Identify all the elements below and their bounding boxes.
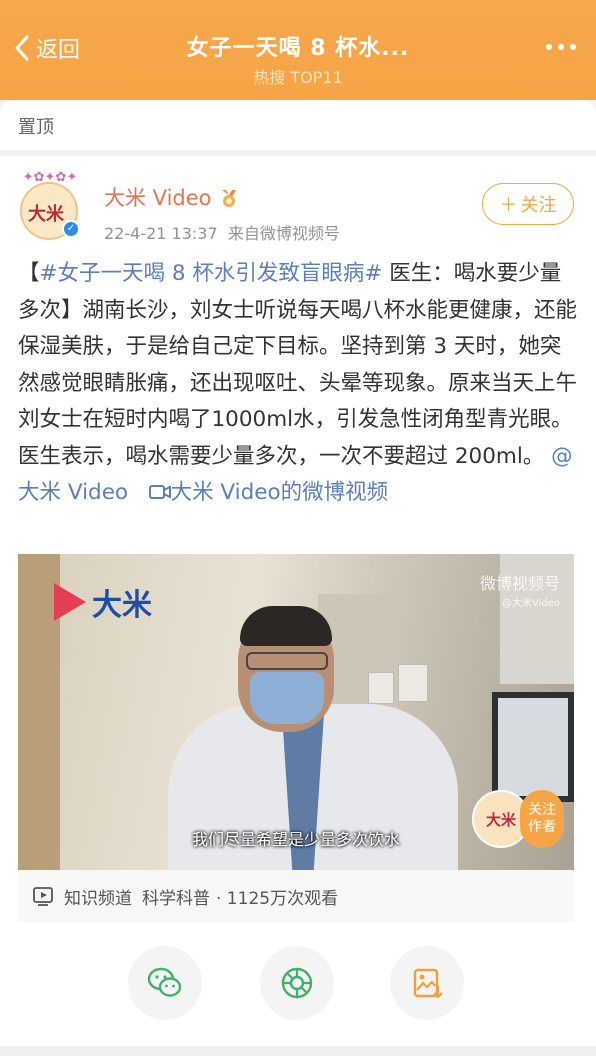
follow-button[interactable]: ＋关注 (482, 183, 574, 225)
top-header: 返回 女子一天喝 8 杯水... 热搜 TOP11 (0, 0, 596, 100)
pinned-bar: 置顶 (0, 100, 596, 150)
channel-label: 知识频道 (64, 888, 132, 909)
video-camera-icon (148, 485, 171, 499)
post-meta: 22-4-21 13:37 来自微博视频号 (104, 220, 340, 244)
category-label: 科学科普 (142, 888, 210, 909)
dot-icon (558, 44, 564, 50)
video-logo: 大米 (54, 580, 152, 624)
watermark: 微博视频号 @大米Video (479, 574, 560, 609)
face-mask (250, 672, 324, 724)
page-title: 女子一天喝 8 杯水... (186, 36, 410, 61)
monitor-image (492, 692, 574, 802)
moments-icon (281, 967, 313, 999)
avatar-logo: 大米 (28, 204, 64, 225)
share-moments-button[interactable] (260, 946, 334, 1020)
save-image-icon (413, 968, 443, 999)
view-count: · 1125万次观看 (216, 888, 339, 909)
avatar[interactable]: ✦✿✦✿✦ 大米 ✓ (14, 170, 86, 242)
save-image-button[interactable] (390, 946, 464, 1020)
more-options-button[interactable] (546, 44, 576, 50)
post-card: ✦✿✦✿✦ 大米 ✓ 大米 Video 22-4-21 13:37 来自微博视频… (0, 156, 596, 1056)
share-wechat-button[interactable] (128, 946, 202, 1020)
follow-author-button[interactable]: 大米 关注 作者 (472, 790, 564, 848)
post-time: 22-4-21 13:37 (104, 224, 218, 243)
post-text: 【#女子一天喝 8 杯水引发致盲眼病# 医生：喝水要少量多次】湖南长沙，刘女士听… (18, 261, 578, 505)
video-player[interactable]: 大米 微博视频号 @大米Video 我们尽量希望是少量多次饮水 大米 关注 作者 (18, 554, 574, 870)
verified-badge-icon: ✓ (62, 220, 80, 238)
pinned-label: 置顶 (18, 117, 54, 138)
dot-icon (546, 44, 552, 50)
hashtag-link[interactable]: #女子一天喝 8 杯水引发致盲眼病# (40, 261, 383, 286)
logo-triangle-icon (54, 583, 86, 621)
play-box-icon (33, 887, 53, 906)
medal-icon (221, 190, 236, 207)
page-subtitle: 热搜 TOP11 (253, 68, 343, 87)
share-bar (0, 946, 596, 1026)
author-name[interactable]: 大米 Video (104, 182, 240, 212)
post-source: 来自微博视频号 (227, 224, 340, 243)
dot-icon (570, 44, 576, 50)
video-link[interactable]: 大米 Video的微博视频 (148, 480, 388, 505)
divider (0, 1046, 596, 1056)
plus-icon: ＋ (499, 195, 518, 216)
wechat-icon (147, 967, 182, 997)
video-info-bar[interactable]: 知识频道 科学科普 · 1125万次观看 (18, 870, 574, 922)
